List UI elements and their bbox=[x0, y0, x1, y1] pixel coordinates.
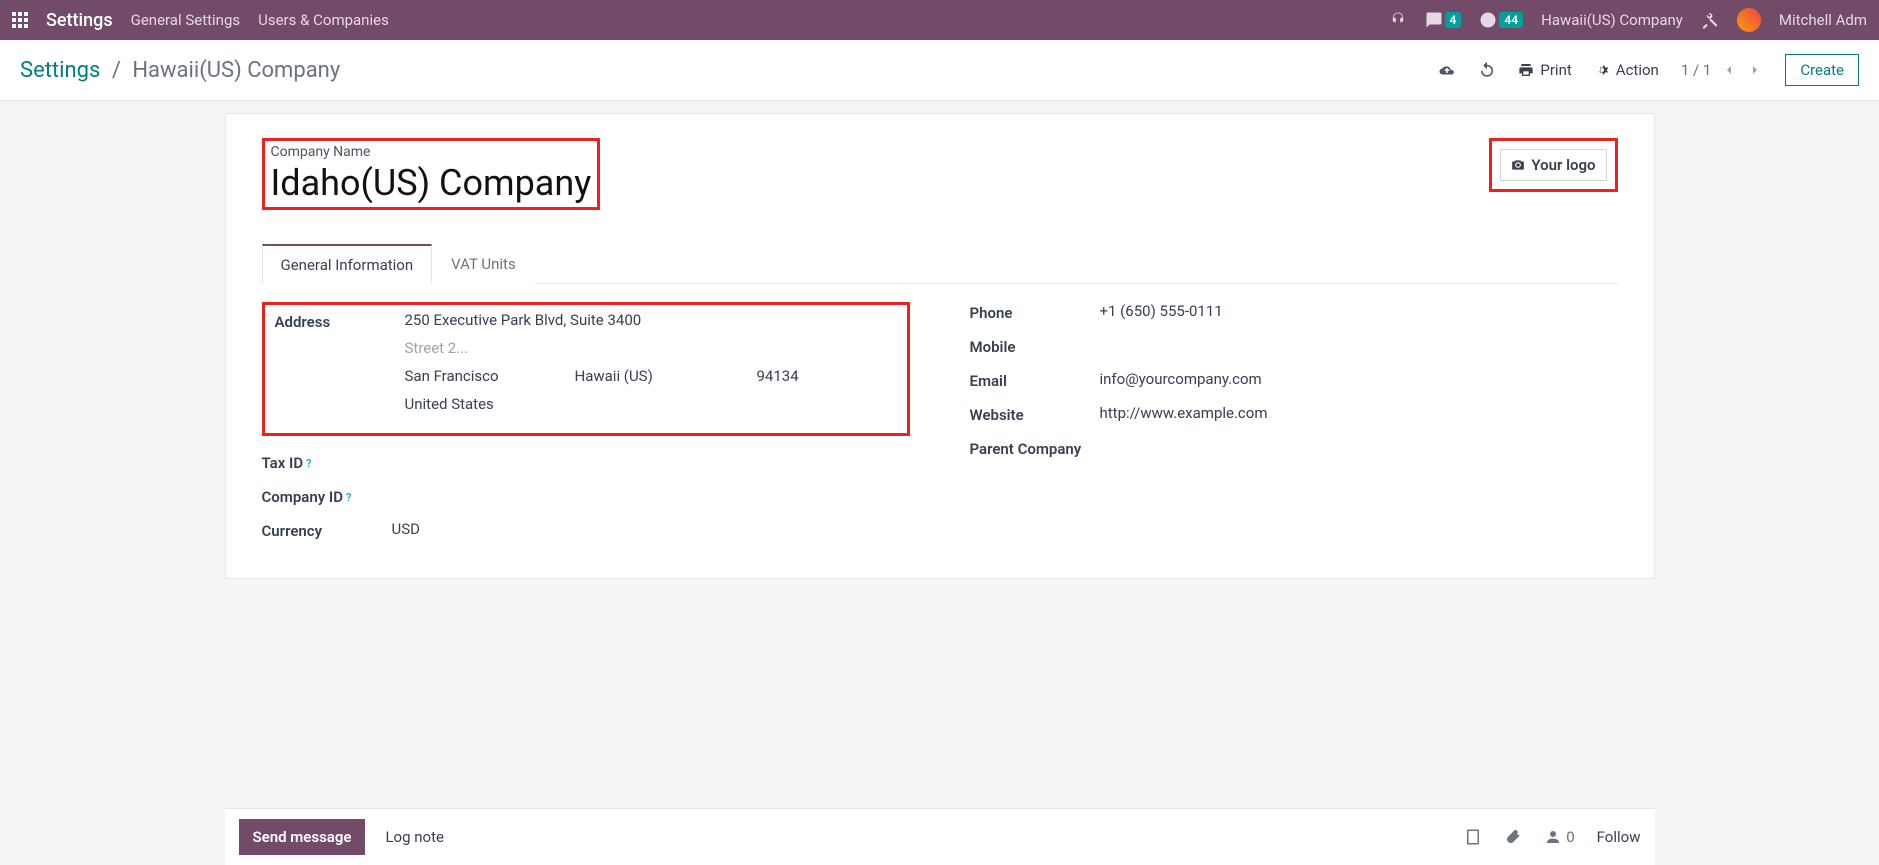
tab-general-information[interactable]: General Information bbox=[262, 244, 433, 284]
cloud-upload-icon[interactable] bbox=[1438, 61, 1456, 79]
log-note-button[interactable]: Log note bbox=[385, 828, 443, 846]
support-icon[interactable] bbox=[1389, 11, 1407, 29]
breadcrumb: Settings / Hawaii(US) Company bbox=[20, 58, 340, 83]
country-field[interactable]: United States bbox=[405, 395, 897, 413]
mobile-label: Mobile bbox=[970, 336, 1100, 356]
company-name-value[interactable]: Idaho(US) Company bbox=[271, 162, 592, 204]
chat-icon bbox=[1425, 11, 1443, 29]
print-icon bbox=[1518, 62, 1534, 78]
breadcrumb-root[interactable]: Settings bbox=[20, 58, 100, 83]
activities-count: 44 bbox=[1499, 12, 1523, 28]
activities-indicator[interactable]: 44 bbox=[1479, 11, 1523, 29]
pager-text: 1 / 1 bbox=[1681, 61, 1712, 79]
send-message-button[interactable]: Send message bbox=[239, 819, 366, 855]
logo-highlight: Your logo bbox=[1489, 138, 1617, 192]
attachment-icon[interactable] bbox=[1504, 828, 1522, 846]
website-field[interactable]: http://www.example.com bbox=[1100, 404, 1618, 422]
gear-icon bbox=[1594, 62, 1610, 78]
create-button[interactable]: Create bbox=[1785, 54, 1859, 86]
book-icon[interactable] bbox=[1464, 828, 1482, 846]
help-icon[interactable]: ? bbox=[346, 491, 351, 504]
pager: 1 / 1 bbox=[1681, 61, 1764, 79]
address-label: Address bbox=[275, 311, 405, 331]
follow-button[interactable]: Follow bbox=[1597, 828, 1641, 846]
phone-label: Phone bbox=[970, 302, 1100, 322]
zip-field[interactable]: 94134 bbox=[757, 367, 877, 385]
currency-label: Currency bbox=[262, 520, 392, 540]
user-name[interactable]: Mitchell Adm bbox=[1779, 11, 1867, 29]
company-switcher[interactable]: Hawaii(US) Company bbox=[1541, 11, 1683, 29]
phone-field[interactable]: +1 (650) 555-0111 bbox=[1100, 302, 1618, 320]
nav-general-settings[interactable]: General Settings bbox=[131, 11, 241, 29]
discard-icon[interactable] bbox=[1478, 61, 1496, 79]
state-field[interactable]: Hawaii (US) bbox=[575, 367, 695, 385]
street-field[interactable]: 250 Executive Park Blvd, Suite 3400 bbox=[405, 311, 897, 329]
company-name-highlight: Company Name Idaho(US) Company bbox=[262, 138, 601, 210]
messages-count: 4 bbox=[1445, 12, 1462, 28]
action-label: Action bbox=[1616, 61, 1659, 79]
tab-vat-units[interactable]: VAT Units bbox=[432, 244, 535, 284]
city-field[interactable]: San Francisco bbox=[405, 367, 525, 385]
email-field[interactable]: info@yourcompany.com bbox=[1100, 370, 1618, 388]
followers-indicator[interactable]: 0 bbox=[1544, 828, 1574, 846]
pager-next-icon[interactable] bbox=[1747, 62, 1763, 78]
tools-icon[interactable] bbox=[1701, 11, 1719, 29]
email-label: Email bbox=[970, 370, 1100, 390]
camera-icon bbox=[1511, 158, 1525, 172]
logo-upload[interactable]: Your logo bbox=[1500, 149, 1606, 181]
action-button[interactable]: Action bbox=[1594, 61, 1659, 79]
pager-prev-icon[interactable] bbox=[1721, 62, 1737, 78]
breadcrumb-current: Hawaii(US) Company bbox=[132, 58, 340, 83]
clock-icon bbox=[1479, 11, 1497, 29]
apps-menu-icon[interactable] bbox=[12, 12, 28, 28]
company-id-label: Company ID? bbox=[262, 486, 392, 506]
messages-indicator[interactable]: 4 bbox=[1425, 11, 1462, 29]
nav-users-companies[interactable]: Users & Companies bbox=[258, 11, 389, 29]
currency-field[interactable]: USD bbox=[392, 520, 910, 538]
app-title: Settings bbox=[46, 10, 113, 31]
parent-company-label: Parent Company bbox=[970, 438, 1130, 458]
address-highlight: Address 250 Executive Park Blvd, Suite 3… bbox=[262, 302, 910, 436]
tax-id-label: Tax ID? bbox=[262, 452, 392, 472]
print-label: Print bbox=[1540, 61, 1571, 79]
website-label: Website bbox=[970, 404, 1100, 424]
user-avatar[interactable] bbox=[1737, 8, 1761, 32]
person-icon bbox=[1544, 828, 1562, 846]
logo-placeholder-text: Your logo bbox=[1531, 156, 1595, 174]
print-button[interactable]: Print bbox=[1518, 61, 1571, 79]
help-icon[interactable]: ? bbox=[306, 457, 311, 470]
followers-count: 0 bbox=[1566, 828, 1574, 846]
street2-field[interactable]: Street 2... bbox=[405, 339, 897, 357]
breadcrumb-sep: / bbox=[112, 58, 121, 83]
company-name-label: Company Name bbox=[271, 144, 592, 160]
